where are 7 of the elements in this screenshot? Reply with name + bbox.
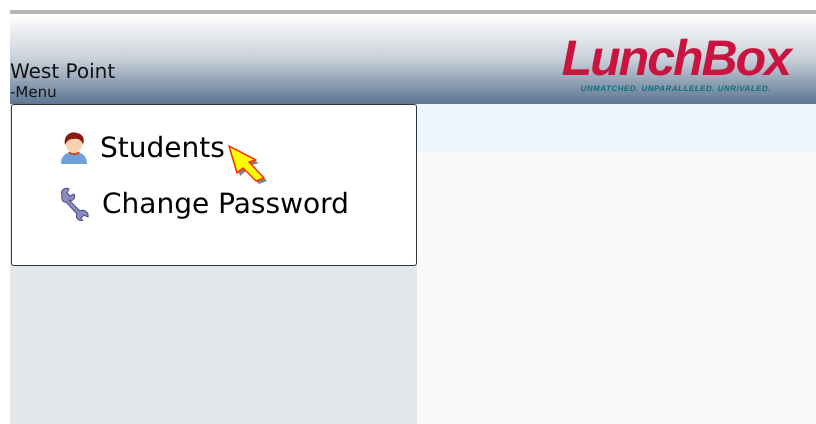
menu-item[interactable]: Change Password — [58, 187, 349, 221]
menu-item[interactable]: Students — [58, 131, 225, 165]
tagline: UNMATCHED. UNPARALLELED. UNRIVALED. — [580, 84, 771, 94]
logo: LunchBox — [562, 32, 790, 84]
school-name: West Point — [10, 59, 116, 83]
person-icon — [58, 131, 90, 165]
breadcrumb: -Menu — [10, 83, 58, 101]
